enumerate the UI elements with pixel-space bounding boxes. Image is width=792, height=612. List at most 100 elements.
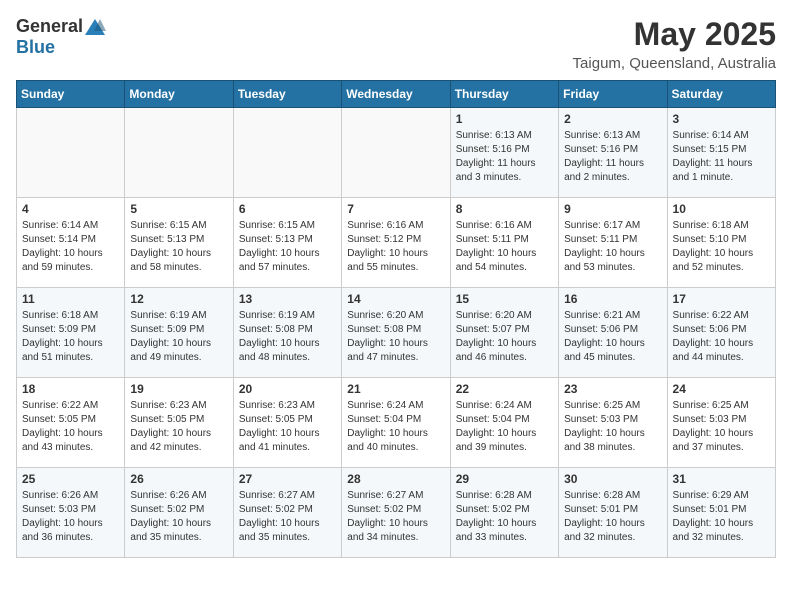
- title-area: May 2025 Taigum, Queensland, Australia: [573, 16, 776, 72]
- month-title: May 2025: [573, 16, 776, 53]
- calendar-cell: 8 Sunrise: 6:16 AM Sunset: 5:11 PM Daylig…: [450, 198, 558, 288]
- calendar-cell: [233, 108, 341, 198]
- day-info: Sunrise: 6:24 AM Sunset: 5:04 PM Dayligh…: [347, 399, 444, 455]
- calendar-cell: 5 Sunrise: 6:15 AM Sunset: 5:13 PM Daylig…: [125, 198, 233, 288]
- day-info: Sunrise: 6:15 AM Sunset: 5:13 PM Dayligh…: [239, 219, 336, 275]
- calendar-cell: 22 Sunrise: 6:24 AM Sunset: 5:04 PM Dayli…: [450, 378, 558, 468]
- logo-icon: [84, 17, 106, 37]
- page-header: General Blue May 2025 Taigum, Queensland…: [16, 16, 776, 72]
- calendar-cell: 1 Sunrise: 6:13 AM Sunset: 5:16 PM Daylig…: [450, 108, 558, 198]
- day-header-tuesday: Tuesday: [233, 81, 341, 108]
- day-info: Sunrise: 6:20 AM Sunset: 5:07 PM Dayligh…: [456, 309, 553, 365]
- day-info: Sunrise: 6:19 AM Sunset: 5:08 PM Dayligh…: [239, 309, 336, 365]
- calendar-cell: 12Sunrise: 6:19 AM Sunset: 5:09 PM Dayli…: [125, 288, 233, 378]
- day-info: Sunrise: 6:20 AM Sunset: 5:08 PM Dayligh…: [347, 309, 444, 365]
- calendar-cell: 9 Sunrise: 6:17 AM Sunset: 5:11 PM Daylig…: [559, 198, 667, 288]
- day-number: 5: [130, 202, 227, 216]
- day-number: 26: [130, 472, 227, 486]
- calendar-cell: 20 Sunrise: 6:23 AM Sunset: 5:05 PM Dayli…: [233, 378, 341, 468]
- logo: General Blue: [16, 16, 107, 58]
- day-number: 27: [239, 472, 336, 486]
- day-header-thursday: Thursday: [450, 81, 558, 108]
- day-info: Sunrise: 6:17 AM Sunset: 5:11 PM Dayligh…: [564, 219, 661, 275]
- day-number: 25: [22, 472, 119, 486]
- week-row-3: 11Sunrise: 6:18 AM Sunset: 5:09 PM Dayli…: [17, 288, 776, 378]
- day-number: 4: [22, 202, 119, 216]
- day-number: 16: [564, 292, 661, 306]
- calendar-cell: 3 Sunrise: 6:14 AM Sunset: 5:15 PM Daylig…: [667, 108, 775, 198]
- day-number: 15: [456, 292, 553, 306]
- calendar-cell: 16 Sunrise: 6:21 AM Sunset: 5:06 PM Dayli…: [559, 288, 667, 378]
- day-info: Sunrise: 6:13 AM Sunset: 5:16 PM Dayligh…: [456, 129, 553, 185]
- day-info: Sunrise: 6:13 AM Sunset: 5:16 PM Dayligh…: [564, 129, 661, 185]
- day-info: Sunrise: 6:27 AM Sunset: 5:02 PM Dayligh…: [347, 489, 444, 545]
- day-number: 3: [673, 112, 770, 126]
- calendar-cell: 26 Sunrise: 6:26 AM Sunset: 5:02 PM Dayli…: [125, 468, 233, 558]
- day-number: 9: [564, 202, 661, 216]
- logo-general-text: General: [16, 16, 83, 37]
- calendar-cell: [342, 108, 450, 198]
- week-row-1: 1 Sunrise: 6:13 AM Sunset: 5:16 PM Daylig…: [17, 108, 776, 198]
- calendar-cell: 2 Sunrise: 6:13 AM Sunset: 5:16 PM Daylig…: [559, 108, 667, 198]
- day-number: 17: [673, 292, 770, 306]
- day-header-saturday: Saturday: [667, 81, 775, 108]
- logo-blue-text: Blue: [16, 37, 55, 57]
- day-info: Sunrise: 6:23 AM Sunset: 5:05 PM Dayligh…: [239, 399, 336, 455]
- day-info: Sunrise: 6:26 AM Sunset: 5:02 PM Dayligh…: [130, 489, 227, 545]
- day-info: Sunrise: 6:22 AM Sunset: 5:06 PM Dayligh…: [673, 309, 770, 365]
- day-info: Sunrise: 6:18 AM Sunset: 5:10 PM Dayligh…: [673, 219, 770, 275]
- day-number: 13: [239, 292, 336, 306]
- calendar-cell: 27 Sunrise: 6:27 AM Sunset: 5:02 PM Dayli…: [233, 468, 341, 558]
- calendar-cell: 14Sunrise: 6:20 AM Sunset: 5:08 PM Dayli…: [342, 288, 450, 378]
- week-row-2: 4Sunrise: 6:14 AM Sunset: 5:14 PM Daylig…: [17, 198, 776, 288]
- calendar-cell: 30 Sunrise: 6:28 AM Sunset: 5:01 PM Dayli…: [559, 468, 667, 558]
- week-row-4: 18Sunrise: 6:22 AM Sunset: 5:05 PM Dayli…: [17, 378, 776, 468]
- day-number: 10: [673, 202, 770, 216]
- day-number: 22: [456, 382, 553, 396]
- day-info: Sunrise: 6:18 AM Sunset: 5:09 PM Dayligh…: [22, 309, 119, 365]
- day-number: 29: [456, 472, 553, 486]
- day-number: 23: [564, 382, 661, 396]
- day-number: 6: [239, 202, 336, 216]
- day-number: 7: [347, 202, 444, 216]
- day-number: 21: [347, 382, 444, 396]
- calendar-cell: 10 Sunrise: 6:18 AM Sunset: 5:10 PM Dayli…: [667, 198, 775, 288]
- calendar-cell: 11Sunrise: 6:18 AM Sunset: 5:09 PM Dayli…: [17, 288, 125, 378]
- day-info: Sunrise: 6:28 AM Sunset: 5:02 PM Dayligh…: [456, 489, 553, 545]
- day-info: Sunrise: 6:23 AM Sunset: 5:05 PM Dayligh…: [130, 399, 227, 455]
- day-info: Sunrise: 6:25 AM Sunset: 5:03 PM Dayligh…: [673, 399, 770, 455]
- day-header-monday: Monday: [125, 81, 233, 108]
- calendar-table: SundayMondayTuesdayWednesdayThursdayFrid…: [16, 80, 776, 558]
- calendar-cell: [17, 108, 125, 198]
- day-info: Sunrise: 6:28 AM Sunset: 5:01 PM Dayligh…: [564, 489, 661, 545]
- calendar-cell: 21 Sunrise: 6:24 AM Sunset: 5:04 PM Dayli…: [342, 378, 450, 468]
- calendar-cell: 23Sunrise: 6:25 AM Sunset: 5:03 PM Dayli…: [559, 378, 667, 468]
- calendar-cell: 17 Sunrise: 6:22 AM Sunset: 5:06 PM Dayli…: [667, 288, 775, 378]
- day-header-wednesday: Wednesday: [342, 81, 450, 108]
- calendar-cell: 25Sunrise: 6:26 AM Sunset: 5:03 PM Dayli…: [17, 468, 125, 558]
- calendar-cell: 29 Sunrise: 6:28 AM Sunset: 5:02 PM Dayli…: [450, 468, 558, 558]
- day-info: Sunrise: 6:21 AM Sunset: 5:06 PM Dayligh…: [564, 309, 661, 365]
- day-number: 12: [130, 292, 227, 306]
- day-info: Sunrise: 6:24 AM Sunset: 5:04 PM Dayligh…: [456, 399, 553, 455]
- calendar-cell: 31 Sunrise: 6:29 AM Sunset: 5:01 PM Dayli…: [667, 468, 775, 558]
- week-row-5: 25Sunrise: 6:26 AM Sunset: 5:03 PM Dayli…: [17, 468, 776, 558]
- calendar-cell: 28Sunrise: 6:27 AM Sunset: 5:02 PM Dayli…: [342, 468, 450, 558]
- day-number: 30: [564, 472, 661, 486]
- day-number: 1: [456, 112, 553, 126]
- calendar-cell: 15 Sunrise: 6:20 AM Sunset: 5:07 PM Dayli…: [450, 288, 558, 378]
- day-number: 18: [22, 382, 119, 396]
- day-info: Sunrise: 6:15 AM Sunset: 5:13 PM Dayligh…: [130, 219, 227, 275]
- day-info: Sunrise: 6:14 AM Sunset: 5:15 PM Dayligh…: [673, 129, 770, 185]
- day-number: 2: [564, 112, 661, 126]
- day-info: Sunrise: 6:27 AM Sunset: 5:02 PM Dayligh…: [239, 489, 336, 545]
- day-header-sunday: Sunday: [17, 81, 125, 108]
- calendar-cell: [125, 108, 233, 198]
- day-header-friday: Friday: [559, 81, 667, 108]
- day-info: Sunrise: 6:29 AM Sunset: 5:01 PM Dayligh…: [673, 489, 770, 545]
- day-info: Sunrise: 6:16 AM Sunset: 5:11 PM Dayligh…: [456, 219, 553, 275]
- day-number: 20: [239, 382, 336, 396]
- day-number: 8: [456, 202, 553, 216]
- day-number: 31: [673, 472, 770, 486]
- day-info: Sunrise: 6:16 AM Sunset: 5:12 PM Dayligh…: [347, 219, 444, 275]
